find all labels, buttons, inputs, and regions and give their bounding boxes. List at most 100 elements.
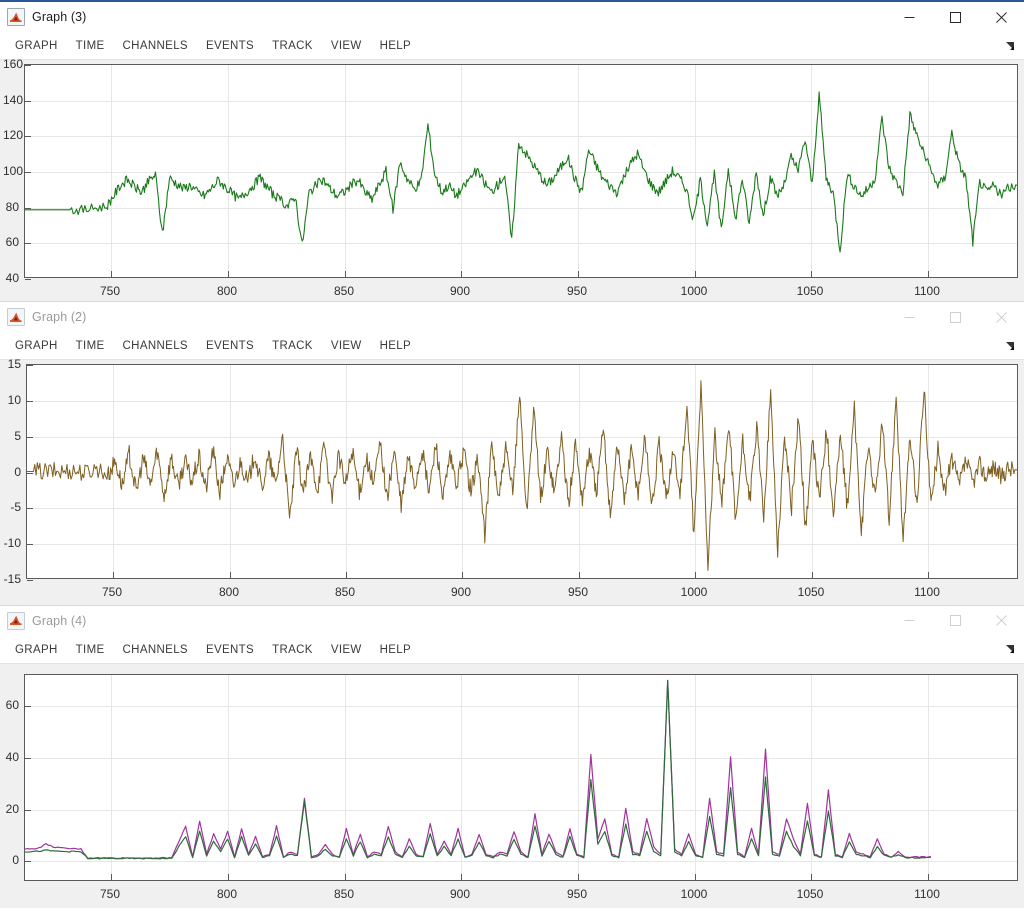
menu-item-track[interactable]: TRACK — [263, 37, 322, 55]
plot-canvas[interactable] — [24, 673, 1018, 881]
x-axis-tick-label: 800 — [218, 585, 240, 600]
x-axis-tick-label: 1000 — [680, 886, 708, 901]
y-axis-tick-label: 120 — [3, 128, 24, 142]
menu-item-channels[interactable]: CHANNELS — [114, 37, 197, 55]
menu-item-view[interactable]: VIEW — [322, 337, 371, 355]
series-signal-green — [25, 680, 931, 858]
menu-item-events[interactable]: EVENTS — [197, 641, 263, 659]
y-axis-tick-label: 20 — [5, 801, 19, 816]
trace-layer — [25, 675, 1017, 880]
window-graph-4[interactable]: Graph (4) GRAPH TIME CHANNELS EVENTS TRA… — [0, 605, 1024, 908]
x-axis-tick-label: 800 — [216, 284, 238, 298]
menu-item-view[interactable]: VIEW — [322, 641, 371, 659]
y-axis-tick-label: -5 — [10, 500, 21, 515]
y-axis-tick — [25, 279, 31, 280]
window-title: Graph (3) — [32, 10, 87, 24]
y-axis-tick-label: -15 — [3, 572, 21, 587]
y-axis-tick-label: -10 — [3, 536, 21, 551]
menubar-graph-3[interactable]: GRAPH TIME CHANNELS EVENTS TRACK VIEW HE… — [0, 33, 1024, 60]
y-axis-tick-label: 0 — [12, 852, 19, 867]
series-signal-magenta — [25, 680, 931, 858]
x-axis-tick-label: 900 — [449, 284, 471, 298]
menu-item-help[interactable]: HELP — [371, 337, 420, 355]
menu-item-graph[interactable]: GRAPH — [6, 37, 67, 55]
titlebar-graph-4[interactable]: Graph (4) — [0, 605, 1024, 637]
trace-layer — [25, 65, 1017, 277]
x-axis-tick-label: 900 — [449, 886, 471, 901]
minimize-icon[interactable] — [886, 606, 932, 636]
series-acceleration — [27, 381, 1017, 571]
menu-item-time[interactable]: TIME — [67, 37, 114, 55]
graph-windows-stack: Graph (3) GRAPH TIME CHANNELS EVENTS TRA… — [0, 0, 1024, 908]
x-axis-tick-label: 800 — [216, 886, 238, 901]
trace-layer — [27, 365, 1017, 578]
y-axis-tick-label: 160 — [3, 57, 24, 71]
x-axis-tick-label: 1000 — [680, 585, 708, 600]
x-axis-tick-label: 950 — [567, 585, 589, 600]
menu-item-track[interactable]: TRACK — [263, 337, 322, 355]
x-axis-tick-label: 1050 — [797, 585, 825, 600]
menu-item-time[interactable]: TIME — [67, 641, 114, 659]
window-controls[interactable] — [886, 606, 1024, 636]
y-axis-tick-label: 100 — [3, 164, 24, 178]
y-axis-tick-label: 40 — [5, 749, 19, 764]
minimize-icon[interactable] — [886, 302, 932, 332]
plot-area-graph-4[interactable]: 0 20 40 60 750 800 850 900 950 1000 1050 1100 — [0, 663, 1024, 908]
window-graph-2[interactable]: Graph (2) GRAPH TIME CHANNELS EVENTS TRA… — [0, 302, 1024, 605]
window-controls[interactable] — [886, 2, 1024, 32]
x-axis-tick-label: 850 — [333, 284, 355, 298]
menu-overflow-icon[interactable] — [1002, 338, 1018, 354]
menu-item-events[interactable]: EVENTS — [197, 37, 263, 55]
menu-item-graph[interactable]: GRAPH — [6, 641, 67, 659]
x-axis-tick-label: 1100 — [914, 284, 940, 298]
plot-canvas[interactable] — [24, 64, 1018, 280]
x-axis-tick-label: 1050 — [796, 886, 824, 901]
y-axis-tick-label: 15 — [7, 357, 21, 372]
x-axis-tick-label: 750 — [99, 886, 121, 901]
x-axis-tick-label: 1100 — [914, 886, 940, 901]
y-axis-tick-label: 80 — [5, 200, 19, 214]
close-icon[interactable] — [978, 302, 1024, 332]
x-axis-tick-label: 950 — [566, 886, 588, 901]
menubar-graph-4[interactable]: GRAPH TIME CHANNELS EVENTS TRACK VIEW HE… — [0, 636, 1024, 664]
menu-item-time[interactable]: TIME — [67, 337, 114, 355]
menubar-graph-2[interactable]: GRAPH TIME CHANNELS EVENTS TRACK VIEW HE… — [0, 333, 1024, 361]
plot-canvas[interactable] — [26, 364, 1018, 582]
series-heart-rate — [25, 92, 1017, 252]
x-axis-tick-label: 750 — [101, 585, 123, 600]
minimize-icon[interactable] — [886, 2, 932, 32]
y-axis-tick-label: 140 — [3, 93, 24, 107]
matlab-figure-icon — [7, 8, 25, 26]
x-axis-tick-label: 900 — [450, 585, 472, 600]
maximize-icon[interactable] — [932, 606, 978, 636]
menu-item-track[interactable]: TRACK — [263, 641, 322, 659]
menu-item-help[interactable]: HELP — [371, 641, 420, 659]
y-axis-tick-label: 10 — [7, 393, 21, 408]
plot-area-graph-3[interactable]: 40 60 80 100 120 140 160 750 800 850 900 950 1000 105… — [0, 57, 1024, 302]
window-graph-3[interactable]: Graph (3) GRAPH TIME CHANNELS EVENTS TRA… — [0, 0, 1024, 302]
y-axis-tick-label: 5 — [14, 429, 21, 444]
close-icon[interactable] — [978, 606, 1024, 636]
close-icon[interactable] — [978, 2, 1024, 32]
maximize-icon[interactable] — [932, 2, 978, 32]
x-axis-tick-label: 950 — [566, 284, 588, 298]
menu-overflow-icon[interactable] — [1002, 642, 1018, 658]
menu-overflow-icon[interactable] — [1002, 38, 1018, 54]
matlab-figure-icon — [7, 611, 25, 630]
menu-item-channels[interactable]: CHANNELS — [114, 337, 197, 355]
menu-item-channels[interactable]: CHANNELS — [114, 641, 197, 659]
maximize-icon[interactable] — [932, 302, 978, 332]
menu-item-view[interactable]: VIEW — [322, 37, 371, 55]
window-controls[interactable] — [886, 302, 1024, 332]
plot-area-graph-2[interactable]: -15 -10 -5 0 5 10 15 750 800 850 900 950 1000 1050 110… — [0, 357, 1024, 605]
menu-item-graph[interactable]: GRAPH — [6, 337, 67, 355]
x-axis-tick-label: 1050 — [796, 284, 824, 298]
titlebar-graph-3[interactable]: Graph (3) — [0, 2, 1024, 33]
x-axis-tick-label: 1100 — [914, 585, 940, 600]
menu-item-help[interactable]: HELP — [371, 37, 420, 55]
titlebar-graph-2[interactable]: Graph (2) — [0, 302, 1024, 334]
y-axis-tick-label: 60 — [5, 697, 19, 712]
menu-item-events[interactable]: EVENTS — [197, 337, 263, 355]
y-axis-tick — [27, 580, 33, 582]
window-title: Graph (2) — [32, 310, 87, 325]
